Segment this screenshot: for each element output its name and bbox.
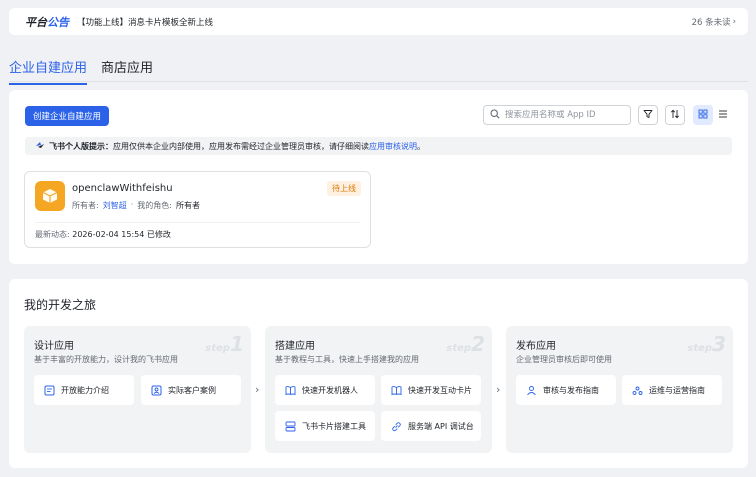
step-title: 设计应用 [34,341,74,352]
chip-quick-card[interactable]: 快速开发互动卡片 [381,375,481,405]
chip-label: 运维与运营指南 [649,385,705,395]
step-desc: 企业管理员审核后即可使用 [516,355,612,364]
chip-label: 服务端 API 调试台 [408,421,474,431]
role-label: 我的角色: [137,201,172,210]
notice-title: 飞书个人版提示： [49,141,113,151]
list-view-button[interactable] [713,105,733,125]
user-card-icon [151,385,162,396]
announcement-message[interactable]: 【功能上线】消息卡片模板全新上线 [77,16,213,28]
link-icon [391,421,402,432]
filter-button[interactable] [638,105,658,125]
chevron-right-icon: › [255,383,260,396]
app-meta: 所有者: 刘智超 · 我的角色: 所有者 [72,200,200,211]
grid-view-icon [698,109,708,122]
chip-ops-guide[interactable]: 运维与运营指南 [622,375,722,405]
owner-label: 所有者: [72,201,99,210]
feishu-logo-icon [35,141,45,151]
chip-quick-bot[interactable]: 快速开发机器人 [275,375,375,405]
book-icon [391,385,402,396]
step-number-digit: 2 [471,332,485,356]
analytics-icon [632,385,643,396]
step-design: 设计应用 基于丰富的开放能力，设计我的飞书应用 step1 开放能力介绍 实际客… [24,326,251,453]
step-number-digit: 1 [230,332,244,356]
box-icon [35,181,65,211]
step-desc: 基于丰富的开放能力，设计我的飞书应用 [34,355,178,364]
step-title: 发布应用 [516,341,556,352]
chevron-right-icon: › [496,383,501,396]
step-number-word: step [205,343,231,354]
step-build: 搭建应用 基于教程与工具，快速上手搭建我的应用 step2 快速开发机器人 快速… [265,326,492,453]
search-icon [490,108,500,122]
chip-customer-cases[interactable]: 实际客户案例 [141,375,241,405]
step-number: step3 [687,332,726,356]
update-value: 2026-02-04 15:54 已修改 [72,230,171,239]
chip-card-builder[interactable]: 飞书卡片搭建工具 [275,411,375,441]
step-number: step2 [446,332,485,356]
step-title: 搭建应用 [275,341,315,352]
user-shield-icon [526,385,537,396]
grid-view-button[interactable] [693,105,713,125]
journey-title: 我的开发之旅 [24,298,97,312]
app-card-divider [35,222,360,223]
app-name: openclawWithfeishu [72,183,173,194]
create-app-button[interactable]: 创建企业自建应用 [25,106,110,126]
personal-edition-notice: 飞书个人版提示： 应用仅供本企业内部使用，应用发布需经过企业管理员审核，请仔细阅… [25,137,732,155]
chip-label: 审核与发布指南 [543,385,599,395]
role-value: 所有者 [175,201,200,210]
announcement-label-part1: 平台 [25,15,47,29]
unread-count-text: 26 条未读 [691,17,731,28]
app-update: 最新动态: 2026-02-04 15:54 已修改 [35,229,171,240]
apps-panel: 创建企业自建应用 飞书个人版提示： 应用仅供本企业内部使用，应用发布需经过企业管… [9,90,748,264]
document-icon [44,385,55,396]
chip-label: 开放能力介绍 [61,385,109,395]
chip-label: 快速开发互动卡片 [408,385,472,395]
step-number-word: step [446,343,472,354]
chip-label: 实际客户案例 [168,385,216,395]
announcement-bar[interactable]: 平台 公告 【功能上线】消息卡片模板全新上线 26 条未读 › [9,8,748,35]
chip-review-guide[interactable]: 审核与发布指南 [516,375,616,405]
app-card[interactable]: openclawWithfeishu 待上线 所有者: 刘智超 · 我的角色: … [24,171,371,248]
chip-label: 飞书卡片搭建工具 [302,421,366,431]
sort-icon [670,109,680,122]
announcement-label-part2: 公告 [47,15,69,29]
list-view-icon [718,109,728,122]
update-label: 最新动态: [35,230,70,239]
status-badge: 待上线 [327,181,361,196]
step-number: step1 [205,332,244,356]
review-guide-link[interactable]: 应用审核说明 [369,141,417,152]
step-number-digit: 3 [712,332,726,356]
unread-count-link[interactable]: 26 条未读 › [692,16,736,28]
step-desc: 基于教程与工具，快速上手搭建我的应用 [275,355,419,364]
sort-button[interactable] [665,105,685,125]
tab-divider [9,81,748,82]
chip-label: 快速开发机器人 [302,385,358,395]
book-icon [285,385,296,396]
owner-name[interactable]: 刘智超 [103,200,127,211]
dev-journey-panel: 我的开发之旅 设计应用 基于丰富的开放能力，设计我的飞书应用 step1 开放能… [9,279,748,468]
notice-end: 。 [417,141,425,151]
step-publish: 发布应用 企业管理员审核后即可使用 step3 审核与发布指南 运维与运营指南 [506,326,733,453]
meta-separator: · [130,200,134,209]
chevron-right-icon: › [732,16,736,27]
search-box[interactable] [483,105,631,125]
card-builder-icon [285,421,296,432]
notice-text: 应用仅供本企业内部使用，应用发布需经过企业管理员审核，请仔细阅读 [113,141,369,151]
chip-open-capabilities[interactable]: 开放能力介绍 [34,375,134,405]
search-input[interactable] [505,110,624,120]
chip-api-console[interactable]: 服务端 API 调试台 [381,411,481,441]
filter-icon [643,109,653,122]
step-number-word: step [687,343,713,354]
